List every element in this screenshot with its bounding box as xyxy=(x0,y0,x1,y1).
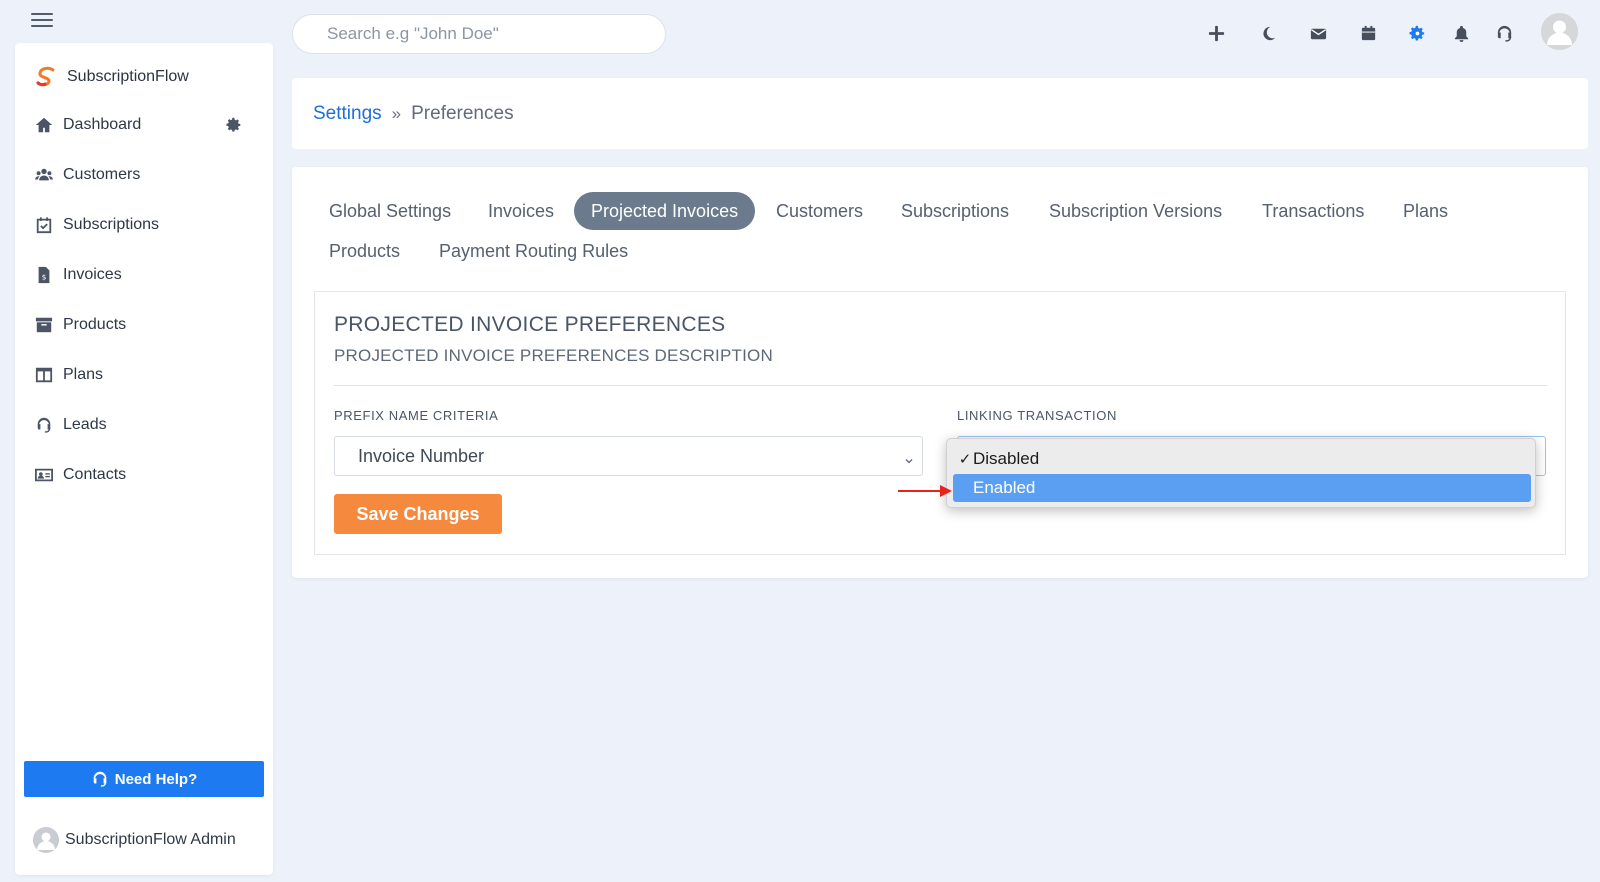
tab-payment-routing-rules[interactable]: Payment Routing Rules xyxy=(422,232,645,270)
sidebar-item-label: Leads xyxy=(63,416,107,433)
mail-icon[interactable] xyxy=(1303,18,1333,48)
sidebar-item-label: Contacts xyxy=(63,466,127,483)
prefix-name-criteria-value: Invoice Number xyxy=(358,445,485,466)
breadcrumb-settings-link[interactable]: Settings xyxy=(313,103,382,125)
plus-icon[interactable] xyxy=(1201,18,1231,48)
tab-global-settings[interactable]: Global Settings xyxy=(312,192,468,230)
user-avatar[interactable] xyxy=(1541,13,1578,50)
calendar-icon[interactable] xyxy=(1353,18,1383,48)
search-placeholder: Search e.g "John Doe" xyxy=(327,24,499,43)
menu-toggle-icon[interactable] xyxy=(31,13,53,29)
option-label: Enabled xyxy=(973,478,1036,497)
preferences-card: Global Settings Invoices Projected Invoi… xyxy=(292,167,1588,578)
calendar-check-icon xyxy=(33,216,55,234)
tab-transactions[interactable]: Transactions xyxy=(1245,192,1381,230)
sidebar-item-label: Dashboard xyxy=(63,116,142,133)
tab-subscriptions[interactable]: Subscriptions xyxy=(884,192,1026,230)
save-changes-button[interactable]: Save Changes xyxy=(334,494,502,534)
columns-icon xyxy=(33,366,55,384)
sidebar-item-invoices[interactable]: $ Invoices xyxy=(15,250,273,300)
sidebar-item-dashboard[interactable]: Dashboard xyxy=(15,100,273,150)
prefix-name-criteria-label: PREFIX NAME CRITERIA xyxy=(334,408,499,423)
sidebar-user[interactable]: SubscriptionFlow Admin xyxy=(33,827,236,853)
tab-plans[interactable]: Plans xyxy=(1386,192,1465,230)
red-arrow-icon xyxy=(898,485,952,497)
archive-icon xyxy=(33,316,55,334)
linking-transaction-dropdown: ✓ Disabled Enabled xyxy=(946,438,1536,508)
gear-icon[interactable] xyxy=(1402,18,1432,48)
tab-projected-invoices[interactable]: Projected Invoices xyxy=(574,192,756,230)
home-icon xyxy=(33,116,55,134)
sidebar-item-leads[interactable]: Leads xyxy=(15,400,273,450)
panel-title: PROJECTED INVOICE PREFERENCES xyxy=(334,313,726,336)
sidebar-item-customers[interactable]: Customers xyxy=(15,150,273,200)
sidebar-item-label: Products xyxy=(63,316,127,333)
dashboard-settings-gear-icon[interactable] xyxy=(225,116,243,134)
tab-invoices[interactable]: Invoices xyxy=(471,192,571,230)
avatar xyxy=(33,827,59,853)
option-disabled[interactable]: ✓ Disabled xyxy=(953,445,1531,473)
bell-icon[interactable] xyxy=(1446,18,1476,48)
sidebar-item-label: Customers xyxy=(63,166,141,183)
need-help-button[interactable]: Need Help? xyxy=(24,761,264,797)
prefix-name-criteria-select[interactable]: Invoice Number xyxy=(334,436,923,476)
contact-card-icon xyxy=(33,466,55,484)
user-name: SubscriptionFlow Admin xyxy=(65,831,236,848)
subscriptionflow-logo-icon xyxy=(36,66,55,87)
breadcrumb-current: Preferences xyxy=(411,102,514,124)
headset-icon[interactable] xyxy=(1489,18,1519,48)
linking-transaction-label: LINKING TRANSACTION xyxy=(957,408,1117,423)
divider xyxy=(334,385,1547,386)
option-enabled[interactable]: Enabled xyxy=(953,474,1531,502)
tab-subscription-versions[interactable]: Subscription Versions xyxy=(1032,192,1239,230)
svg-text:$: $ xyxy=(42,273,47,282)
panel-description: PROJECTED INVOICE PREFERENCES DESCRIPTIO… xyxy=(334,346,773,365)
sidebar-item-subscriptions[interactable]: Subscriptions xyxy=(15,200,273,250)
sidebar-nav: Dashboard Customers Subscriptions $ Invo… xyxy=(15,100,273,500)
brand-name: SubscriptionFlow xyxy=(67,68,189,85)
tab-products[interactable]: Products xyxy=(312,232,417,270)
breadcrumb-separator: » xyxy=(391,103,402,123)
sidebar-item-label: Subscriptions xyxy=(63,216,160,233)
moon-icon[interactable] xyxy=(1253,18,1283,48)
brand[interactable]: SubscriptionFlow xyxy=(33,65,189,89)
sidebar: SubscriptionFlow Dashboard Customers Sub… xyxy=(15,43,273,875)
breadcrumb: Settings » Preferences xyxy=(292,78,1588,149)
sidebar-item-contacts[interactable]: Contacts xyxy=(15,450,273,500)
sidebar-item-label: Invoices xyxy=(63,266,122,283)
sidebar-item-label: Plans xyxy=(63,366,104,383)
headset-icon xyxy=(33,416,55,434)
option-label: Disabled xyxy=(973,449,1040,468)
search-input[interactable]: Search e.g "John Doe" xyxy=(292,14,666,54)
sidebar-item-plans[interactable]: Plans xyxy=(15,350,273,400)
projected-invoice-panel: PROJECTED INVOICE PREFERENCES PROJECTED … xyxy=(314,291,1566,555)
users-icon xyxy=(33,166,55,184)
headset-icon xyxy=(93,771,107,787)
sidebar-item-products[interactable]: Products xyxy=(15,300,273,350)
invoice-icon: $ xyxy=(33,266,55,284)
chevron-down-icon xyxy=(904,450,914,464)
need-help-label: Need Help? xyxy=(114,770,198,788)
tab-customers[interactable]: Customers xyxy=(759,192,880,230)
checkmark-icon: ✓ xyxy=(958,451,972,468)
